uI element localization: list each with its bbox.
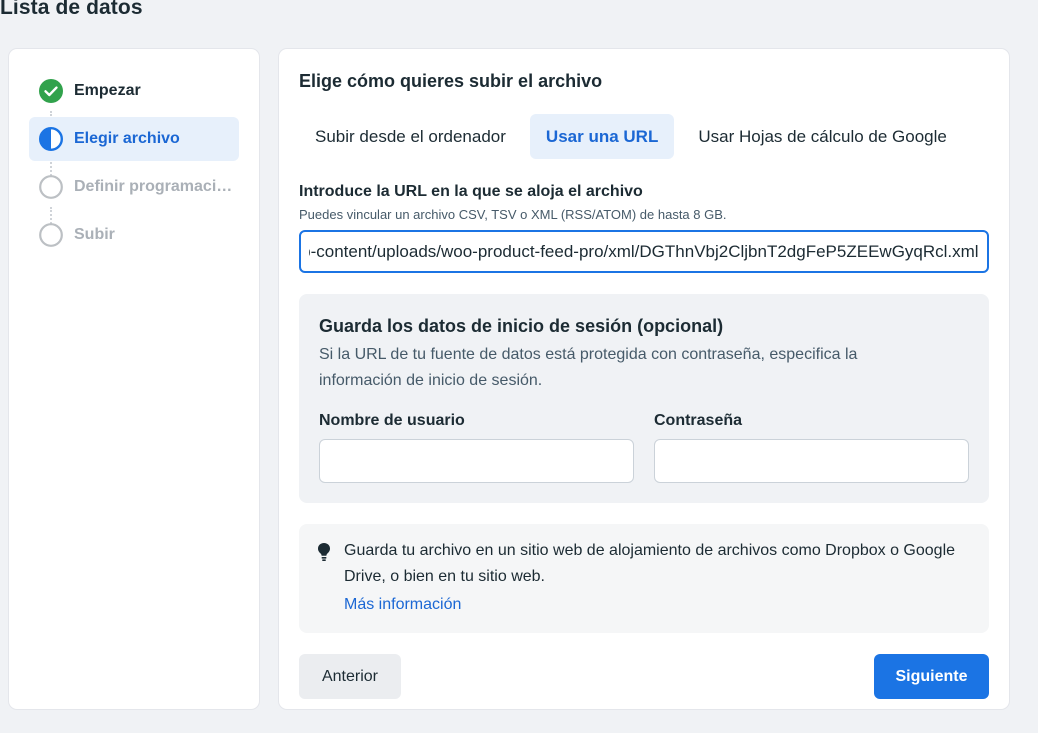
check-circle-icon xyxy=(39,79,63,103)
password-input[interactable] xyxy=(654,439,969,483)
password-label: Contraseña xyxy=(654,412,743,429)
stepper-sidebar: Empezar Elegir archivo Definir programac… xyxy=(9,49,259,709)
login-title: Guarda los datos de inicio de sesión (op… xyxy=(319,316,724,336)
hosting-tip-box: Guarda tu archivo en un sitio web de alo… xyxy=(299,524,989,633)
step-elegir-archivo[interactable]: Elegir archivo xyxy=(29,117,239,161)
step-label: Elegir archivo xyxy=(74,130,180,147)
next-button[interactable]: Siguiente xyxy=(874,654,989,699)
tab-hojas-de-calculo-google[interactable]: Usar Hojas de cálculo de Google xyxy=(682,114,963,159)
username-label: Nombre de usuario xyxy=(319,412,465,429)
page-title: Lista de datos xyxy=(0,0,143,19)
step-empezar[interactable]: Empezar xyxy=(29,69,239,113)
empty-circle-icon xyxy=(39,175,63,199)
url-field-label: Introduce la URL en la que se aloja el a… xyxy=(299,183,643,200)
tab-usar-url[interactable]: Usar una URL xyxy=(529,114,675,159)
tip-text: Guarda tu archivo en un sitio web de alo… xyxy=(344,542,956,585)
previous-button[interactable]: Anterior xyxy=(299,654,401,699)
half-circle-icon xyxy=(39,127,63,151)
login-credentials-box: Guarda los datos de inicio de sesión (op… xyxy=(299,294,989,503)
step-subir[interactable]: Subir xyxy=(29,213,239,257)
url-input[interactable] xyxy=(299,230,989,273)
step-label: Subir xyxy=(74,226,115,243)
empty-circle-icon xyxy=(39,223,63,247)
url-field-help: Puedes vincular un archivo CSV, TSV o XM… xyxy=(299,207,727,222)
upload-panel: Elige cómo quieres subir el archivo Subi… xyxy=(279,49,1009,709)
step-definir-programacion[interactable]: Definir programación xyxy=(29,165,239,209)
lightbulb-icon xyxy=(317,542,331,562)
more-info-link[interactable]: Más información xyxy=(344,596,461,614)
panel-heading: Elige cómo quieres subir el archivo xyxy=(299,71,603,91)
upload-method-tabs: Subir desde el ordenador Usar una URL Us… xyxy=(299,114,963,159)
username-input[interactable] xyxy=(319,439,634,483)
step-label: Definir programación xyxy=(74,178,234,195)
tab-subir-desde-ordenador[interactable]: Subir desde el ordenador xyxy=(299,114,522,159)
login-description: Si la URL de tu fuente de datos está pro… xyxy=(319,346,858,389)
step-label: Empezar xyxy=(74,82,141,99)
